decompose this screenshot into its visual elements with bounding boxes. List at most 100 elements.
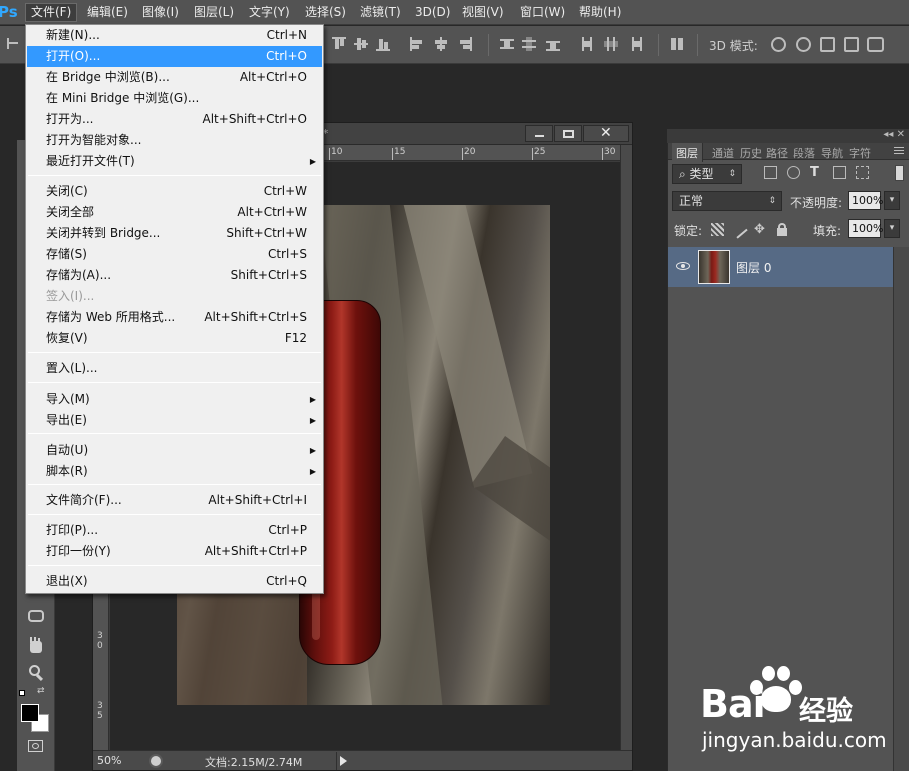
default-colors-icon[interactable] — [19, 687, 29, 697]
tab-paragraph[interactable]: 段落 — [793, 145, 815, 161]
distribute-vcenter-icon[interactable] — [522, 37, 536, 51]
menu-item-revert[interactable]: 恢复(V) F12 — [27, 328, 322, 349]
quick-mask-icon[interactable] — [28, 740, 43, 752]
auto-align-icon[interactable] — [670, 37, 684, 51]
menu-edit[interactable]: 编辑(E) — [82, 3, 133, 22]
document-scrollbar[interactable] — [620, 145, 632, 750]
menu-item-close-go-bridge[interactable]: 关闭并转到 Bridge... Shift+Ctrl+W — [27, 223, 322, 244]
zoom-level[interactable]: 50% — [97, 754, 121, 767]
document-status-bar: 50% 文档:2.15M/2.74M — [93, 750, 632, 770]
menu-item-file-info[interactable]: 文件简介(F)... Alt+Shift+Ctrl+I — [27, 490, 322, 511]
tab-character[interactable]: 字符 — [849, 145, 871, 161]
menu-item-close-all[interactable]: 关闭全部 Alt+Ctrl+W — [27, 202, 322, 223]
filter-toggle[interactable] — [895, 165, 904, 181]
fill-label: 填充: — [813, 224, 842, 238]
3d-camera-icon[interactable] — [867, 37, 884, 52]
align-top-icon[interactable] — [332, 37, 346, 51]
menu-item-browse-bridge[interactable]: 在 Bridge 中浏览(B)... Alt+Ctrl+O — [27, 67, 322, 88]
fill-input[interactable]: 100% — [848, 219, 883, 238]
menu-item-save-as[interactable]: 存储为(A)... Shift+Ctrl+S — [27, 265, 322, 286]
close-button[interactable]: ✕ — [583, 125, 629, 142]
swap-colors-icon[interactable]: ⇄ — [37, 686, 47, 696]
distribute-bottom-icon[interactable] — [546, 37, 560, 51]
menu-item-scripts[interactable]: 脚本(R) ▶ — [27, 461, 322, 482]
align-hcenter-icon[interactable] — [434, 37, 448, 51]
blend-mode-value: 正常 — [679, 194, 704, 208]
filter-shape-icon[interactable] — [833, 166, 846, 179]
menu-filter[interactable]: 滤镜(T) — [355, 3, 406, 22]
menu-layer[interactable]: 图层(L) — [189, 3, 239, 22]
filter-smart-object-icon[interactable] — [856, 166, 869, 179]
status-info-icon[interactable] — [149, 754, 163, 768]
tab-layers[interactable]: 图层 — [672, 143, 703, 162]
menu-file[interactable]: 文件(F) — [25, 3, 78, 22]
layer-name[interactable]: 图层 0 — [736, 259, 771, 276]
distribute-hcenter-icon[interactable] — [604, 37, 618, 51]
menu-help[interactable]: 帮助(H) — [574, 3, 626, 22]
lock-transparent-icon[interactable] — [711, 223, 724, 236]
3d-pan-icon[interactable] — [820, 37, 835, 52]
hand-tool-icon[interactable] — [27, 637, 49, 657]
rectangle-tool-icon[interactable] — [28, 610, 44, 622]
fill-dropdown-icon[interactable]: ▾ — [884, 219, 900, 238]
align-vcenter-icon[interactable] — [354, 37, 368, 51]
collapse-arrows-icon[interactable]: ◂◂ ✕ — [883, 129, 905, 140]
minimize-button[interactable] — [525, 125, 553, 142]
align-right-icon[interactable] — [458, 37, 472, 51]
layer-row[interactable]: 图层 0 — [668, 247, 893, 287]
menu-item-place[interactable]: 置入(L)... — [27, 358, 322, 379]
menu-item-open-as[interactable]: 打开为... Alt+Shift+Ctrl+O — [27, 109, 322, 130]
menu-window[interactable]: 窗口(W) — [515, 3, 570, 22]
panel-menu-icon[interactable] — [892, 145, 906, 157]
ruler-tick-label: 25 — [534, 147, 546, 157]
menu-item-new[interactable]: 新建(N)... Ctrl+N — [27, 25, 322, 46]
distribute-top-icon[interactable] — [500, 37, 514, 51]
3d-slide-icon[interactable] — [844, 37, 859, 52]
3d-roll-icon[interactable] — [796, 37, 811, 52]
lock-brush-icon[interactable] — [729, 220, 748, 239]
visibility-eye-icon[interactable] — [676, 259, 692, 273]
distribute-right-icon[interactable] — [628, 37, 642, 51]
tab-history[interactable]: 历史 — [740, 145, 762, 161]
menu-item-print-one-copy[interactable]: 打印一份(Y) Alt+Shift+Ctrl+P — [27, 541, 322, 562]
tab-channels[interactable]: 通道 — [712, 145, 734, 161]
foreground-color-swatch[interactable] — [21, 704, 39, 722]
lock-move-icon[interactable]: ✥ — [754, 223, 767, 236]
align-left-icon[interactable] — [410, 37, 424, 51]
align-bottom-icon[interactable] — [376, 37, 390, 51]
maximize-button[interactable] — [554, 125, 582, 142]
menu-item-exit[interactable]: 退出(X) Ctrl+Q — [27, 571, 322, 592]
filter-type-icon[interactable]: T — [810, 166, 823, 179]
menu-item-import[interactable]: 导入(M) ▶ — [27, 389, 322, 410]
menu-item-export[interactable]: 导出(E) ▶ — [27, 410, 322, 431]
3d-rotate-icon[interactable] — [771, 37, 786, 52]
menu-item-open[interactable]: 打开(O)... Ctrl+O — [27, 46, 322, 67]
distribute-left-icon[interactable] — [580, 37, 594, 51]
menu-type[interactable]: 文字(Y) — [244, 3, 295, 22]
panel-collapse-bar[interactable]: ◂◂ ✕ — [667, 129, 909, 143]
opacity-dropdown-icon[interactable]: ▾ — [884, 191, 900, 210]
status-menu-arrow-icon[interactable] — [340, 756, 347, 766]
tab-paths[interactable]: 路径 — [766, 145, 788, 161]
menu-item-open-as-smart-object[interactable]: 打开为智能对象... — [27, 130, 322, 151]
tab-navigator[interactable]: 导航 — [821, 145, 843, 161]
zoom-tool-icon[interactable] — [27, 664, 49, 684]
blend-mode-select[interactable]: 正常 ⇕ — [672, 191, 782, 211]
menu-3d[interactable]: 3D(D) — [410, 3, 455, 22]
filter-adjustment-icon[interactable] — [787, 166, 800, 179]
menu-item-print[interactable]: 打印(P)... Ctrl+P — [27, 520, 322, 541]
menu-item-automate[interactable]: 自动(U) ▶ — [27, 440, 322, 461]
menu-item-browse-mini-bridge[interactable]: 在 Mini Bridge 中浏览(G)... — [27, 88, 322, 109]
menu-image[interactable]: 图像(I) — [137, 3, 184, 22]
menu-item-recent-files[interactable]: 最近打开文件(T) ▶ — [27, 151, 322, 172]
menu-select[interactable]: 选择(S) — [300, 3, 351, 22]
menu-item-close[interactable]: 关闭(C) Ctrl+W — [27, 181, 322, 202]
opacity-input[interactable]: 100% — [848, 191, 883, 210]
lock-all-icon[interactable] — [776, 223, 789, 236]
layer-filter-select[interactable]: ⌕ 类型 ⇕ — [672, 164, 742, 184]
menu-item-save-for-web[interactable]: 存储为 Web 所用格式... Alt+Shift+Ctrl+S — [27, 307, 322, 328]
menu-view[interactable]: 视图(V) — [457, 3, 509, 22]
filter-pixel-icon[interactable] — [764, 166, 777, 179]
move-tool-icon[interactable] — [6, 37, 20, 51]
menu-item-save[interactable]: 存储(S) Ctrl+S — [27, 244, 322, 265]
